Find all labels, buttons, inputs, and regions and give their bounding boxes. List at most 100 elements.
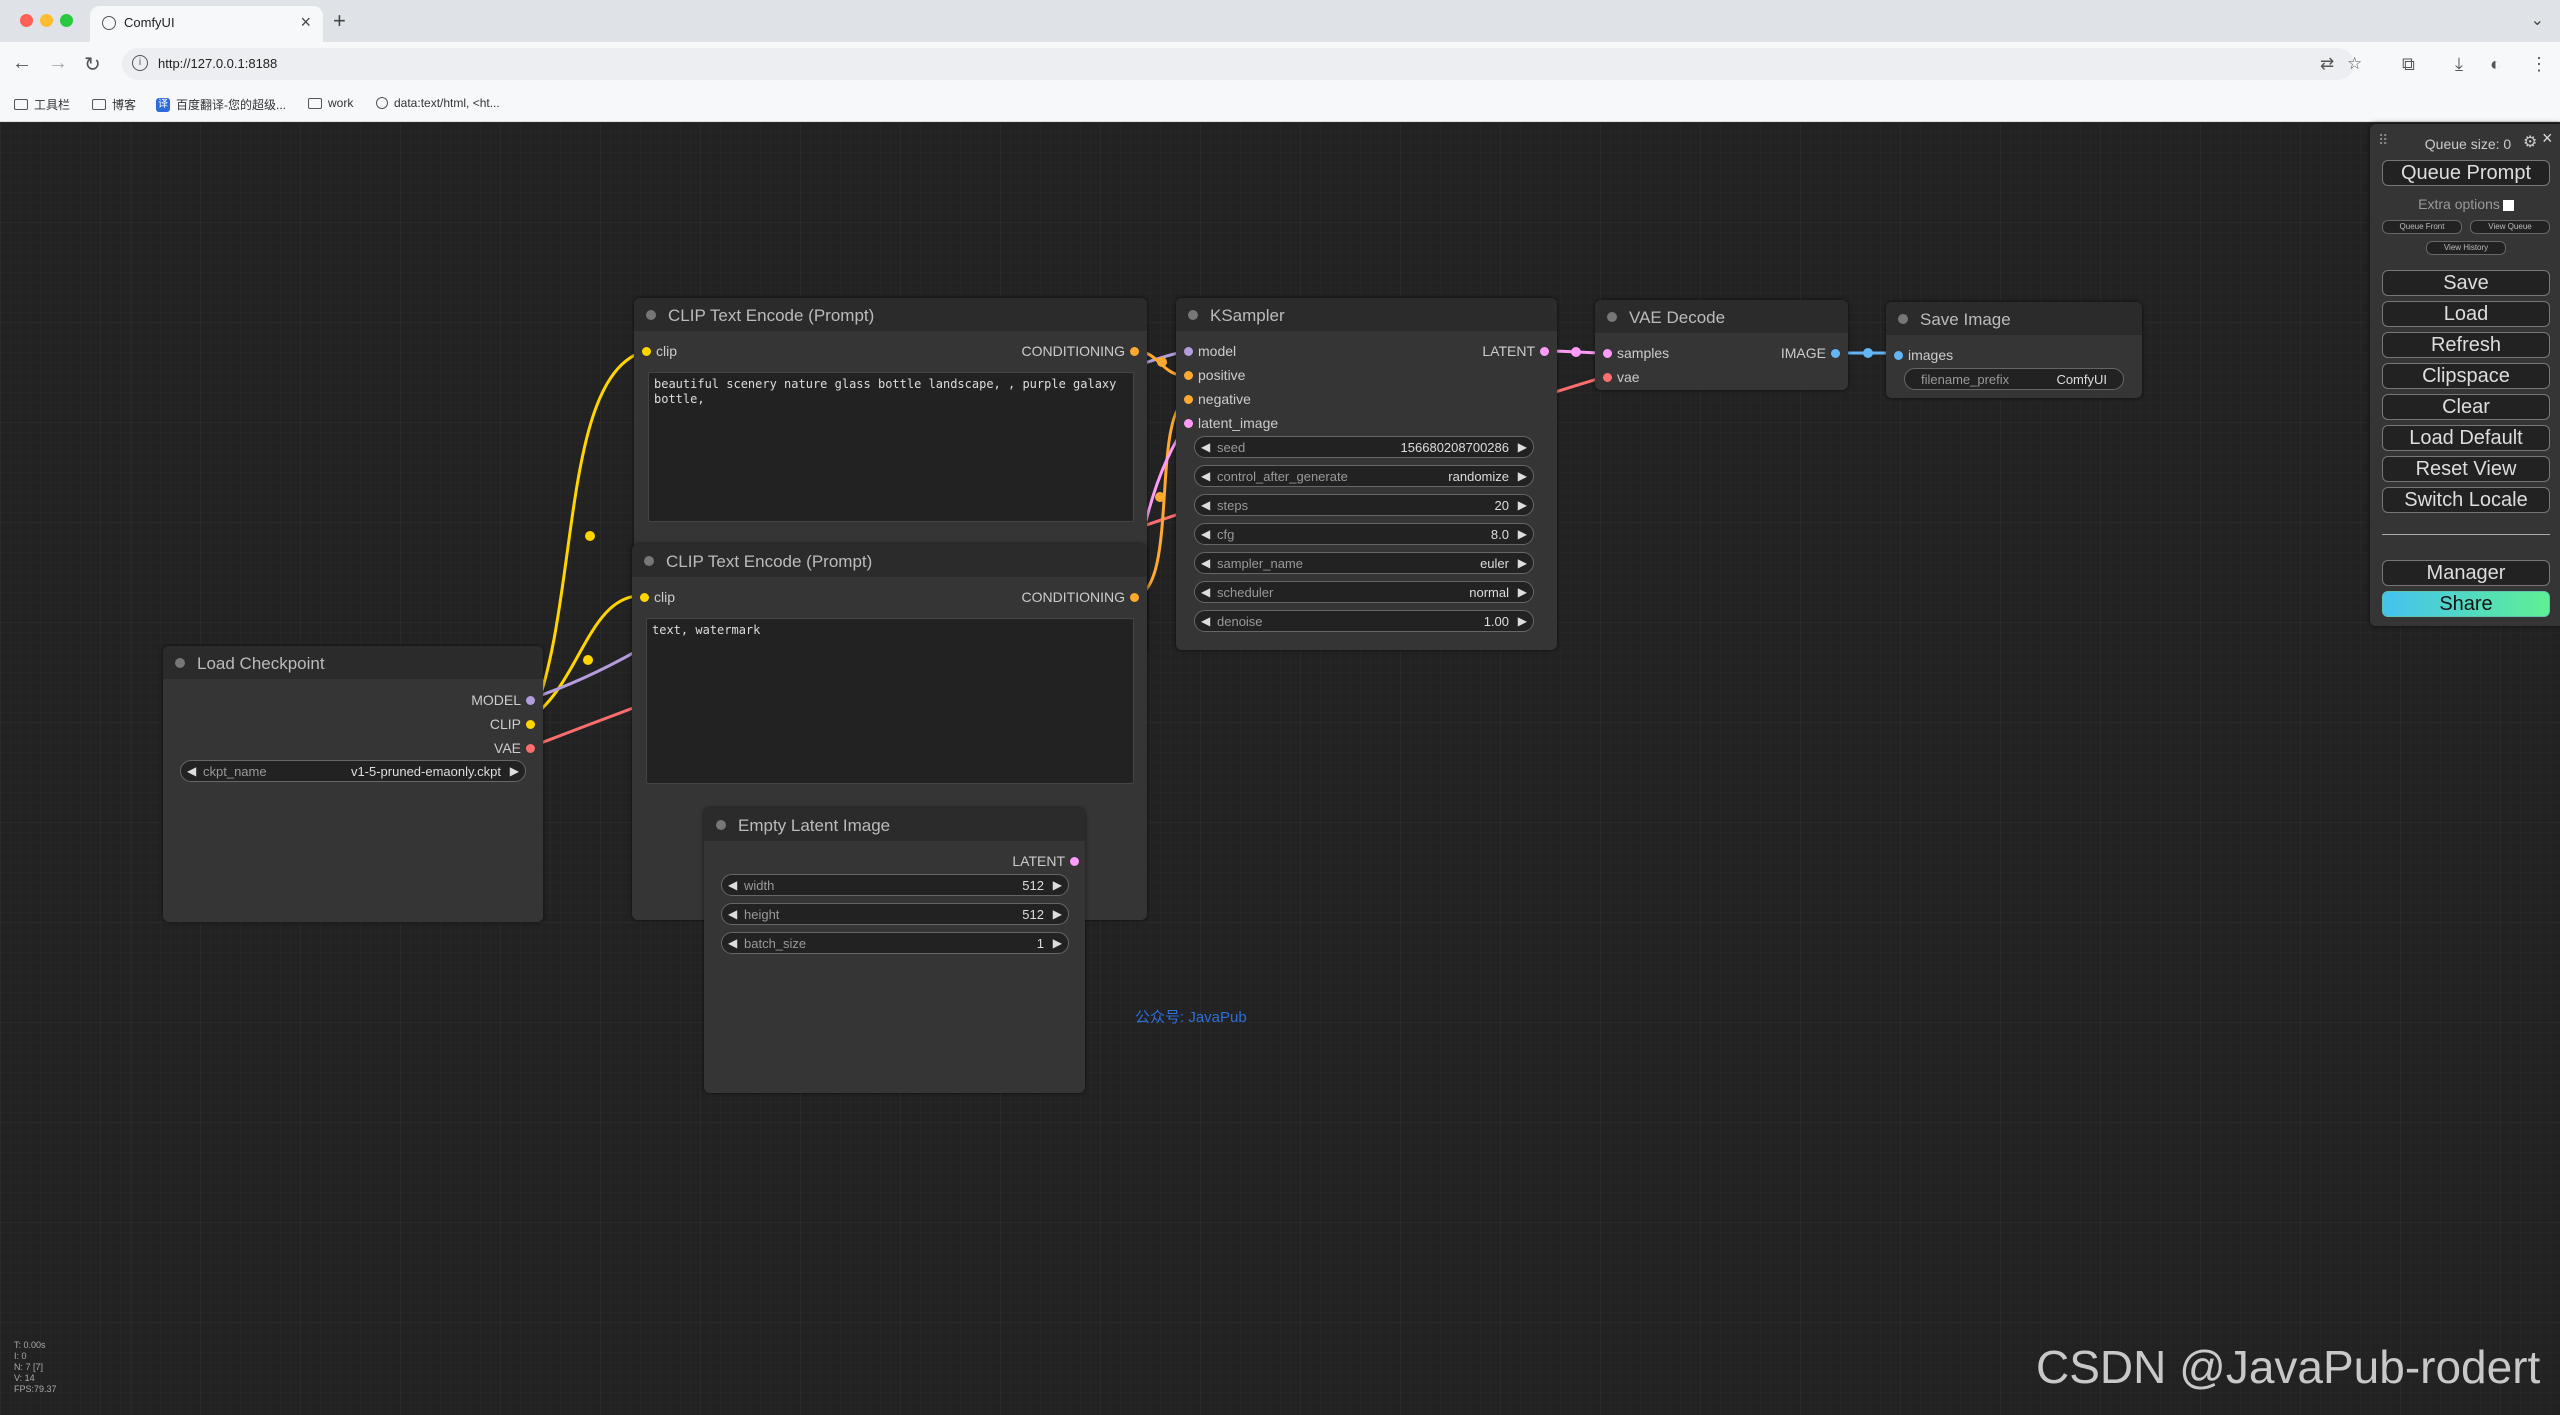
increment-arrow-icon[interactable]: ▶: [1518, 556, 1527, 570]
node-title-bar[interactable]: CLIP Text Encode (Prompt): [634, 298, 1147, 331]
gear-icon[interactable]: ⚙: [2523, 132, 2537, 152]
prompt-textarea[interactable]: text, watermark: [646, 618, 1134, 784]
widget-value[interactable]: 1.00: [1484, 614, 1509, 629]
bookmark-item[interactable]: 译百度翻译-您的超级...: [156, 96, 286, 113]
widget-ckpt-name[interactable]: ◀ ckpt_name v1-5-pruned-emaonly.ckpt ▶: [180, 760, 526, 782]
node-ksampler[interactable]: KSampler model positive negative latent_…: [1176, 298, 1557, 650]
decrement-arrow-icon[interactable]: ◀: [728, 878, 737, 892]
graph-canvas[interactable]: CLIP Text Encode (Prompt) clip CONDITION…: [0, 122, 2560, 1415]
browser-tab[interactable]: ComfyUI ×: [90, 6, 323, 42]
output-slot-image[interactable]: IMAGE: [1781, 345, 1840, 361]
widget-value[interactable]: randomize: [1448, 469, 1509, 484]
decrement-arrow-icon[interactable]: ◀: [728, 936, 737, 950]
output-slot-vae[interactable]: VAE: [494, 740, 535, 756]
node-title-bar[interactable]: Empty Latent Image: [704, 808, 1085, 841]
increment-arrow-icon[interactable]: ▶: [1518, 469, 1527, 483]
slot-dot-icon[interactable]: [1070, 857, 1079, 866]
reload-icon[interactable]: ↻: [84, 52, 101, 77]
widget-scheduler[interactable]: ◀ scheduler normal ▶: [1194, 581, 1534, 603]
profile-icon[interactable]: ◐: [2490, 54, 2501, 75]
collapse-dot-icon[interactable]: [1898, 314, 1908, 324]
slot-dot-icon[interactable]: [526, 744, 535, 753]
collapse-dot-icon[interactable]: [1188, 310, 1198, 320]
input-slot-positive[interactable]: positive: [1184, 367, 1245, 383]
save-button[interactable]: Save: [2382, 270, 2550, 296]
drag-handle-icon[interactable]: ⠿: [2378, 132, 2388, 149]
output-slot-conditioning[interactable]: CONDITIONING: [1022, 589, 1139, 605]
download-icon[interactable]: ⤓: [2455, 54, 2463, 75]
increment-arrow-icon[interactable]: ▶: [1518, 614, 1527, 628]
output-slot-clip[interactable]: CLIP: [490, 716, 535, 732]
node-title-bar[interactable]: CLIP Text Encode (Prompt): [632, 544, 1147, 577]
collapse-dot-icon[interactable]: [646, 310, 656, 320]
slot-dot-icon[interactable]: [1540, 347, 1549, 356]
extra-options-checkbox[interactable]: [2502, 199, 2514, 211]
node-title-bar[interactable]: KSampler: [1176, 298, 1557, 331]
decrement-arrow-icon[interactable]: ◀: [1201, 469, 1210, 483]
clipspace-button[interactable]: Clipspace: [2382, 363, 2550, 389]
decrement-arrow-icon[interactable]: ◀: [1201, 614, 1210, 628]
bookmark-item[interactable]: data:text/html, <ht...: [376, 96, 500, 110]
collapse-dot-icon[interactable]: [175, 658, 185, 668]
slot-dot-icon[interactable]: [1831, 349, 1840, 358]
input-slot-images[interactable]: images: [1894, 347, 1953, 363]
increment-arrow-icon[interactable]: ▶: [1053, 878, 1062, 892]
bookmark-item[interactable]: work: [308, 96, 353, 110]
increment-arrow-icon[interactable]: ▶: [1518, 440, 1527, 454]
node-save-image[interactable]: Save Image images filename_prefix ComfyUI: [1886, 302, 2142, 398]
widget-width[interactable]: ◀ width 512 ▶: [721, 874, 1069, 896]
node-vae-decode[interactable]: VAE Decode samples vae IMAGE: [1595, 300, 1848, 390]
load-default-button[interactable]: Load Default: [2382, 425, 2550, 451]
maximize-window-button[interactable]: [60, 14, 73, 27]
widget-steps[interactable]: ◀ steps 20 ▶: [1194, 494, 1534, 516]
decrement-arrow-icon[interactable]: ◀: [728, 907, 737, 921]
bookmark-item[interactable]: 博客: [92, 96, 136, 113]
output-slot-latent[interactable]: LATENT: [1482, 343, 1549, 359]
queue-front-button[interactable]: Queue Front: [2382, 220, 2462, 234]
slot-dot-icon[interactable]: [640, 593, 649, 602]
switch-locale-button[interactable]: Switch Locale: [2382, 487, 2550, 513]
increment-arrow-icon[interactable]: ▶: [510, 764, 519, 778]
collapse-dot-icon[interactable]: [716, 820, 726, 830]
reset-view-button[interactable]: Reset View: [2382, 456, 2550, 482]
slot-dot-icon[interactable]: [1130, 593, 1139, 602]
decrement-arrow-icon[interactable]: ◀: [1201, 527, 1210, 541]
extra-options-toggle[interactable]: Extra options: [2382, 196, 2550, 212]
widget-batch-size[interactable]: ◀ batch_size 1 ▶: [721, 932, 1069, 954]
slot-dot-icon[interactable]: [526, 696, 535, 705]
collapse-dot-icon[interactable]: [644, 556, 654, 566]
url-text[interactable]: http://127.0.0.1:8188: [158, 56, 277, 71]
output-slot-conditioning[interactable]: CONDITIONING: [1022, 343, 1139, 359]
slot-dot-icon[interactable]: [1184, 419, 1193, 428]
output-slot-model[interactable]: MODEL: [471, 692, 535, 708]
decrement-arrow-icon[interactable]: ◀: [1201, 440, 1210, 454]
input-slot-negative[interactable]: negative: [1184, 391, 1251, 407]
input-slot-latent-image[interactable]: latent_image: [1184, 415, 1278, 431]
widget-control-after-generate[interactable]: ◀ control_after_generate randomize ▶: [1194, 465, 1534, 487]
node-title-bar[interactable]: Save Image: [1886, 302, 2142, 335]
forward-icon[interactable]: →: [48, 52, 68, 75]
view-history-button[interactable]: View History: [2426, 241, 2506, 255]
refresh-button[interactable]: Refresh: [2382, 332, 2550, 358]
load-button[interactable]: Load: [2382, 301, 2550, 327]
url-field[interactable]: i http://127.0.0.1:8188 ⇄ ☆: [122, 48, 2362, 80]
widget-sampler-name[interactable]: ◀ sampler_name euler ▶: [1194, 552, 1534, 574]
translate-icon[interactable]: ⇄: [2320, 54, 2334, 74]
minimize-window-button[interactable]: [40, 14, 53, 27]
widget-value[interactable]: 156680208700286: [1401, 440, 1509, 455]
slot-dot-icon[interactable]: [526, 720, 535, 729]
widget-value[interactable]: 1: [1037, 936, 1044, 951]
input-slot-model[interactable]: model: [1184, 343, 1236, 359]
bookmark-star-icon[interactable]: ☆: [2347, 54, 2362, 74]
node-title-bar[interactable]: Load Checkpoint: [163, 646, 543, 679]
slot-dot-icon[interactable]: [1184, 371, 1193, 380]
slot-dot-icon[interactable]: [1894, 351, 1903, 360]
widget-denoise[interactable]: ◀ denoise 1.00 ▶: [1194, 610, 1534, 632]
slot-dot-icon[interactable]: [1184, 395, 1193, 404]
decrement-arrow-icon[interactable]: ◀: [187, 764, 196, 778]
input-slot-clip[interactable]: clip: [640, 589, 675, 605]
output-slot-latent[interactable]: LATENT: [1012, 853, 1079, 869]
close-icon[interactable]: ×: [2542, 128, 2553, 149]
new-tab-button[interactable]: +: [333, 8, 346, 34]
decrement-arrow-icon[interactable]: ◀: [1201, 556, 1210, 570]
